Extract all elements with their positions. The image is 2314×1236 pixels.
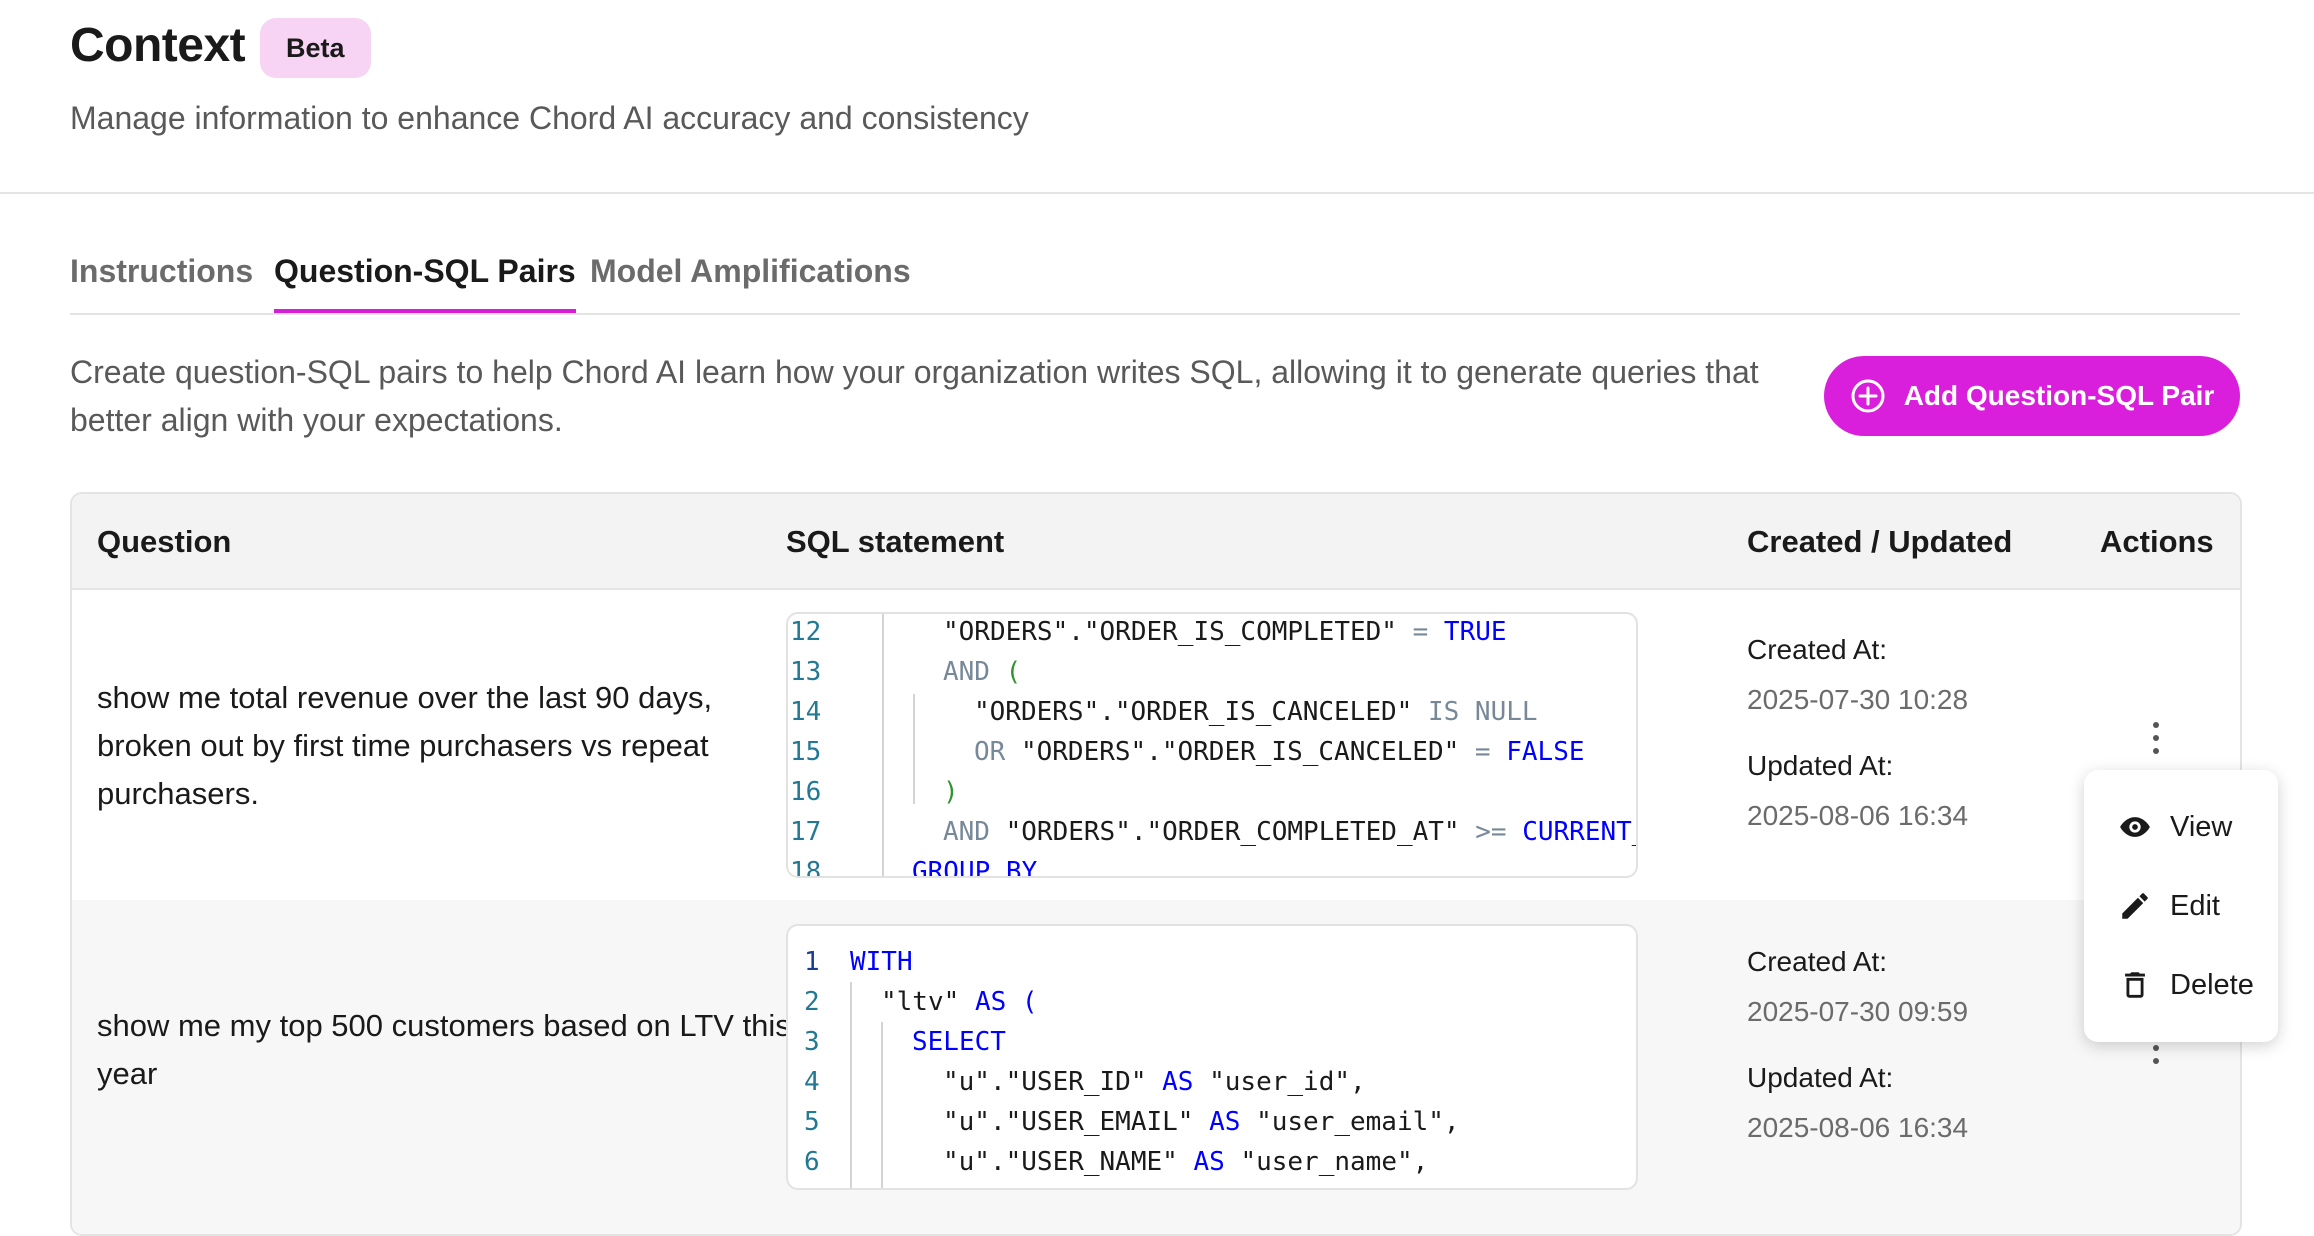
- tab-question-sql-pairs[interactable]: Question-SQL Pairs: [274, 253, 576, 313]
- trash-icon: [2118, 968, 2152, 1002]
- line-number: 1: [804, 947, 820, 977]
- add-question-sql-pair-button[interactable]: Add Question-SQL Pair: [1824, 356, 2240, 436]
- line-number: 6: [804, 1147, 820, 1177]
- menu-item-edit[interactable]: Edit: [2118, 881, 2220, 931]
- created-value: 2025-07-30 09:59: [1747, 996, 1969, 1027]
- menu-item-view[interactable]: View: [2118, 802, 2232, 852]
- created-label: Created At:: [1747, 634, 1888, 665]
- menu-item-label: View: [2170, 810, 2233, 843]
- page-header: Context Beta Manage information to enhan…: [0, 0, 2314, 194]
- question-text: show me my top 500 customers based on LT…: [97, 1008, 791, 1091]
- question-text: show me total revenue over the last 90 d…: [97, 680, 713, 811]
- created-label: Created At:: [1747, 946, 1888, 977]
- menu-item-label: Edit: [2170, 889, 2220, 922]
- line-number: 2: [804, 987, 820, 1017]
- code-line: 1 WITH: [788, 942, 1636, 982]
- menu-item-delete[interactable]: Delete: [2118, 960, 2254, 1010]
- line-number: 16: [790, 777, 822, 807]
- code-line: 18 GROUP BY: [788, 852, 1636, 878]
- plus-circle-icon: [1850, 378, 1886, 414]
- column-header-question: Question: [97, 524, 232, 559]
- sql-code-editor[interactable]: 12 "ORDERS"."ORDER_IS_COMPLETED" = TRUE 1…: [786, 612, 1638, 878]
- created-value: 2025-07-30 10:28: [1747, 684, 1969, 715]
- code-line: 15 OR "ORDERS"."ORDER_IS_CANCELED" = FALS…: [788, 732, 1636, 772]
- code-line: 2 "ltv" AS (: [788, 982, 1636, 1022]
- column-header-actions: Actions: [2100, 524, 2214, 559]
- section-description: Create question-SQL pairs to help Chord …: [70, 354, 1759, 438]
- code-line: 6 "u"."USER_NAME" AS "user_name",: [788, 1142, 1636, 1182]
- column-header-sql: SQL statement: [786, 524, 1005, 559]
- updated-value: 2025-08-06 16:34: [1747, 800, 1969, 831]
- row-actions-menu: View Edit Delete: [2084, 770, 2278, 1042]
- code-line: 14 "ORDERS"."ORDER_IS_CANCELED" IS NULL: [788, 692, 1636, 732]
- updated-label: Updated At:: [1747, 750, 1894, 781]
- code-line: 3 SELECT: [788, 1022, 1636, 1062]
- question-sql-table: Question SQL statement Created / Updated…: [70, 492, 2242, 1236]
- menu-item-label: Delete: [2170, 968, 2254, 1001]
- eye-icon: [2118, 810, 2152, 844]
- pencil-icon: [2118, 889, 2152, 923]
- line-number: 12: [790, 617, 822, 647]
- line-number: 5: [804, 1107, 820, 1137]
- code-line: 17 AND "ORDERS"."ORDER_COMPLETED_AT" >= C…: [788, 812, 1636, 852]
- sql-code-editor[interactable]: 1 WITH 2 "ltv" AS ( 3 SELECT 4 "u"."USER_ID"…: [786, 924, 1638, 1190]
- table-row: show me my top 500 customers based on LT…: [72, 900, 2240, 1234]
- add-button-label: Add Question-SQL Pair: [1903, 380, 2215, 411]
- line-number: 3: [804, 1027, 820, 1057]
- line-number: 15: [790, 737, 822, 767]
- code-line: 5 "u"."USER_EMAIL" AS "user_email",: [788, 1102, 1636, 1142]
- code-line: 4 "u"."USER_ID" AS "user_id",: [788, 1062, 1636, 1102]
- tab-bar: Instructions Question-SQL Pairs Model Am…: [70, 245, 2240, 315]
- line-number: 17: [790, 817, 822, 847]
- line-number: 14: [790, 697, 822, 727]
- updated-label: Updated At:: [1747, 1062, 1894, 1093]
- line-number: 13: [790, 657, 822, 687]
- updated-value: 2025-08-06 16:34: [1747, 1112, 1969, 1143]
- table-row: show me total revenue over the last 90 d…: [72, 588, 2240, 902]
- line-number: 18: [790, 857, 822, 878]
- table-header: Question SQL statement Created / Updated…: [72, 494, 2240, 590]
- tab-instructions[interactable]: Instructions: [70, 253, 253, 313]
- page-subtitle: Manage information to enhance Chord AI a…: [70, 100, 1029, 136]
- code-text: "ORDERS"."ORDER_IS_COMPLETED" = TRUE: [943, 617, 1507, 647]
- line-number: 4: [804, 1067, 820, 1097]
- tab-model-amplifications[interactable]: Model Amplifications: [590, 253, 911, 313]
- code-line: 16): [788, 772, 1636, 812]
- page-title: Context: [70, 19, 246, 72]
- code-line: 13 AND (: [788, 652, 1636, 692]
- column-header-dates: Created / Updated: [1747, 524, 2013, 559]
- code-line: 12 "ORDERS"."ORDER_IS_COMPLETED" = TRUE: [788, 614, 1636, 652]
- row-actions-kebab-icon[interactable]: [2146, 722, 2166, 756]
- beta-badge: Beta: [260, 18, 371, 78]
